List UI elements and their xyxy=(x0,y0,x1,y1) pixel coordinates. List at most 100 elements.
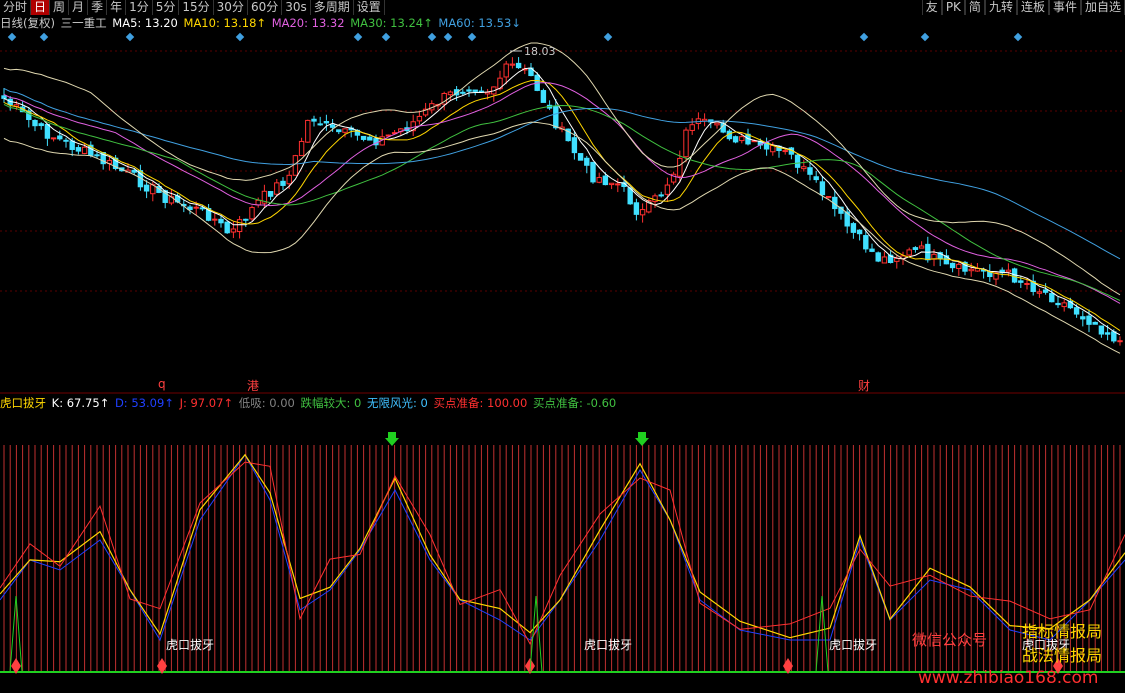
candle-body xyxy=(503,63,509,78)
candle-body xyxy=(460,91,466,94)
candle-body xyxy=(553,106,559,129)
candle-body xyxy=(515,62,522,69)
event-tag-q[interactable]: q xyxy=(158,377,166,391)
candle-body xyxy=(329,124,336,128)
candle-body xyxy=(782,150,788,153)
band-upper xyxy=(3,42,1121,296)
wuxian-value: 无限风光: 0 xyxy=(367,396,428,410)
candle-body xyxy=(739,136,745,142)
candle-body xyxy=(689,124,695,131)
event-marker-icon xyxy=(427,32,437,42)
candle-body xyxy=(255,199,261,206)
candle-body xyxy=(360,135,367,140)
event-marker-icon xyxy=(39,32,49,42)
candle-body xyxy=(50,137,57,140)
candle-body xyxy=(1024,282,1030,285)
candle-body xyxy=(918,245,925,249)
candle-body xyxy=(590,161,596,183)
candle-body xyxy=(1092,321,1098,325)
candle-body xyxy=(32,119,38,127)
candle-body xyxy=(311,118,317,122)
candle-body xyxy=(1005,269,1012,273)
watermark-wechat: 微信公众号 xyxy=(912,631,988,649)
candle-body xyxy=(1086,315,1092,325)
watermark-line2: 战法情报局 xyxy=(1022,646,1103,665)
candle-body xyxy=(1036,291,1043,294)
candle-body xyxy=(292,155,299,176)
candle-body xyxy=(639,209,646,216)
candle-body xyxy=(274,182,280,195)
candle-body xyxy=(509,63,516,66)
candle-body xyxy=(956,263,962,269)
candle-body xyxy=(75,147,82,152)
candle-body xyxy=(608,182,615,186)
candle-body xyxy=(906,249,912,256)
candle-body xyxy=(794,154,801,168)
candle-body xyxy=(850,223,857,233)
candle-body xyxy=(280,180,286,186)
candle-body xyxy=(577,153,584,161)
candle-body xyxy=(243,218,249,221)
candle-body xyxy=(677,157,683,177)
candle-body xyxy=(236,219,243,233)
candle-body xyxy=(472,89,478,92)
annotation-label: 虎口拔牙 xyxy=(166,638,215,652)
candle-body xyxy=(1061,302,1067,308)
event-marker-icon xyxy=(443,32,453,42)
candle-body xyxy=(602,175,609,186)
annotation-label: 虎口拔牙 xyxy=(829,638,878,652)
candle-body xyxy=(863,235,869,250)
candle-body xyxy=(286,174,292,185)
annotation-label: 虎口拔牙 xyxy=(584,638,633,652)
watermark-url: www.zhibiao168.com xyxy=(918,668,1099,688)
candle-body xyxy=(869,248,875,252)
d-value: D: 53.09↑ xyxy=(114,396,174,410)
green-spike xyxy=(529,595,543,673)
event-marker-icon xyxy=(353,32,363,42)
event-tag-fin[interactable]: 财 xyxy=(858,377,870,394)
candle-body xyxy=(1042,289,1049,293)
price-high-label: 18.03 xyxy=(524,45,556,58)
candle-body xyxy=(342,128,348,133)
candle-body xyxy=(305,119,311,143)
candle-body xyxy=(584,157,590,166)
candle-body xyxy=(317,123,323,126)
candle-body xyxy=(1049,293,1055,303)
candle-body xyxy=(683,129,689,158)
candle-body xyxy=(807,167,813,175)
candle-body xyxy=(249,207,255,220)
k-value: K: 67.75↑ xyxy=(51,396,110,410)
candle-body xyxy=(732,136,739,143)
event-marker-icon xyxy=(920,32,930,42)
green-arrow-icon xyxy=(635,432,649,446)
candle-body xyxy=(1104,332,1111,335)
candle-body xyxy=(38,123,44,127)
ma10-line xyxy=(3,79,1121,331)
event-marker-icon xyxy=(125,32,135,42)
event-tag-hk[interactable]: 港 xyxy=(247,377,259,394)
candle-body xyxy=(1111,331,1117,342)
candle-body xyxy=(571,137,578,154)
chart-canvas[interactable]: 18.03 xyxy=(0,0,1125,693)
ma60-line xyxy=(3,87,1121,260)
candle-body xyxy=(894,257,900,262)
candle-body xyxy=(131,169,137,173)
indicator-legend: 虎口拔牙 K: 67.75↑ D: 53.09↑ J: 97.07↑ 低吸: 0… xyxy=(0,396,618,411)
buy-ready-value: 买点准备: 100.00 xyxy=(433,396,528,410)
candle-body xyxy=(701,118,708,122)
dixi-value: 低吸: 0.00 xyxy=(238,396,295,410)
candle-body xyxy=(633,202,640,215)
candle-body xyxy=(968,268,974,272)
candle-body xyxy=(212,218,218,221)
indicator-name[interactable]: 虎口拔牙 xyxy=(0,396,46,410)
candle-body xyxy=(230,228,237,233)
buy-ready-value-2: 买点准备: -0.60 xyxy=(532,396,617,410)
candle-body xyxy=(63,139,69,142)
watermark-line1: 指标情报局 xyxy=(1022,622,1103,641)
candle-body xyxy=(323,121,330,124)
candle-body xyxy=(825,196,832,199)
candle-body xyxy=(1018,280,1024,283)
event-marker-icon xyxy=(1013,32,1023,42)
candle-body xyxy=(1073,307,1080,315)
candle-body xyxy=(57,135,63,140)
